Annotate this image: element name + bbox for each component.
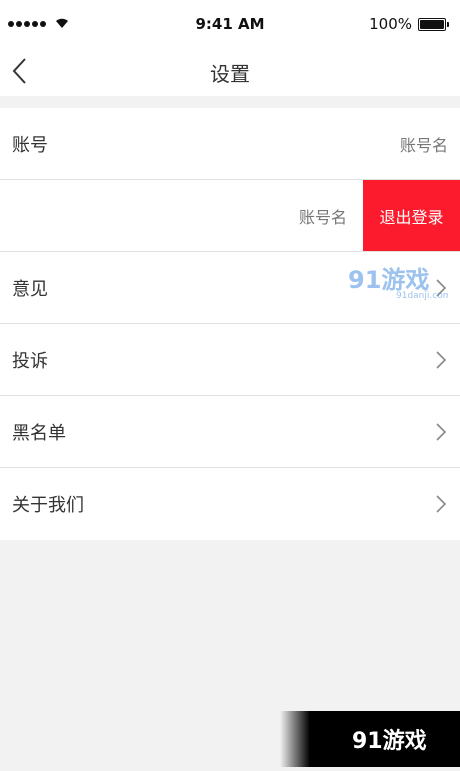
watermark-site: 91danji.com (396, 291, 448, 301)
status-bar: 9:41 AM 100% (0, 0, 460, 46)
account-name-value-swiped: 账号名 (298, 207, 347, 227)
battery-percent: 100% (369, 15, 412, 33)
battery-icon (418, 18, 449, 31)
complaint-label: 投诉 (12, 350, 48, 372)
watermark-brand-bottom: 91游戏 (352, 728, 427, 754)
logout-button[interactable]: 退出登录 (363, 180, 460, 251)
account-name-value: 账号名 (399, 135, 448, 155)
feedback-label: 意见 (12, 278, 48, 300)
about-us-label: 关于我们 (12, 495, 84, 516)
watermark-brand-top: 91游戏 (348, 266, 429, 294)
blacklist-label: 黑名单 (12, 422, 66, 444)
account-label: 账号 (12, 134, 48, 156)
account-row[interactable]: 账号 账号名 (0, 108, 460, 180)
account-swipe-row[interactable]: 账号名 退出登录 (0, 180, 460, 252)
watermark-logo: 91游戏 91danji.com (348, 266, 448, 301)
watermark-banner: 91游戏 (280, 711, 460, 767)
chevron-right-icon (436, 495, 447, 513)
complaint-row[interactable]: 投诉 (0, 324, 460, 396)
blacklist-row[interactable]: 黑名单 (0, 396, 460, 468)
page-title: 设置 (210, 62, 250, 86)
settings-list: 账号 账号名 账号名 退出登录 意见 投诉 黑名单 关于我们 (0, 108, 460, 540)
nav-bar: 设置 (0, 46, 460, 96)
chevron-right-icon (436, 350, 447, 369)
about-us-row[interactable]: 关于我们 (0, 468, 460, 540)
chevron-right-icon (436, 422, 447, 441)
